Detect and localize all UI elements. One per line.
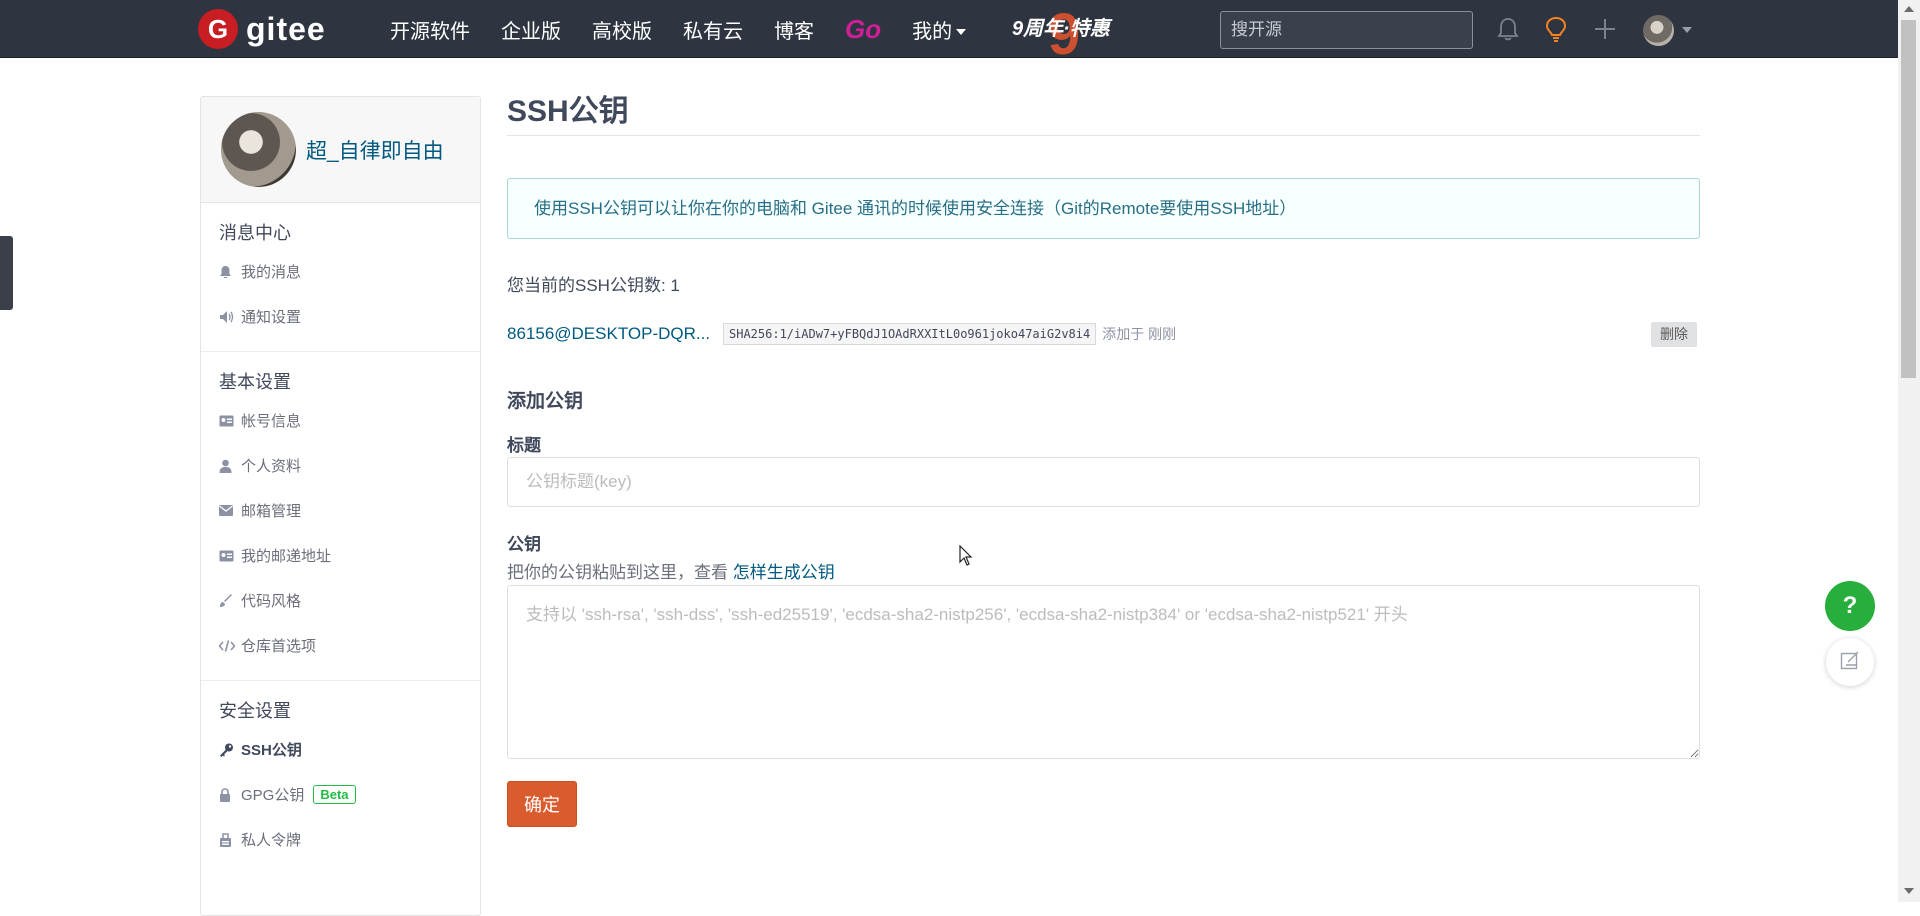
main-content: SSH公钥 使用SSH公钥可以让你在你的电脑和 Gitee 通讯的时候使用安全连… <box>507 88 1700 827</box>
ssh-key-added-time: 添加于 刚刚 <box>1102 326 1177 342</box>
how-to-generate-key-link[interactable]: 怎样生成公钥 <box>733 563 835 582</box>
sidebar-item-notification-settings[interactable]: 通知设置 <box>201 294 480 339</box>
edit-icon <box>1840 650 1860 675</box>
sidebar-item-gpg-keys[interactable]: GPG公钥 Beta <box>201 772 480 817</box>
ssh-info-message: 使用SSH公钥可以让你在你的电脑和 Gitee 通讯的时候使用安全连接（Git的… <box>507 178 1700 239</box>
gitee-logo[interactable]: G gitee <box>198 9 326 49</box>
id-card-icon <box>219 415 241 427</box>
ssh-key-fingerprint: SHA256:1/iADw7+yFBQdJ1OAdRXXItL0o961joko… <box>723 323 1097 345</box>
avatar[interactable] <box>221 112 296 187</box>
promo-label: 9周年·特惠 <box>1012 18 1110 40</box>
menu-title-messages: 消息中心 <box>219 223 291 243</box>
title-field-label: 标题 <box>507 436 541 455</box>
add-key-heading: 添加公钥 <box>507 391 584 412</box>
bell-icon[interactable] <box>1493 14 1523 44</box>
nav-link-go[interactable]: Go <box>845 14 881 45</box>
nav-link-education[interactable]: 高校版 <box>592 15 652 44</box>
code-icon <box>219 639 241 652</box>
mail-icon <box>219 505 241 516</box>
help-button[interactable]: ? <box>1825 581 1875 631</box>
profile-name[interactable]: 超_自律即自由 <box>306 135 444 165</box>
key-title-input[interactable] <box>507 457 1700 507</box>
menu-section-basic: 基本设置 帐号信息 个人资料 邮箱管理 我的邮递地址 代码风格 仓库首选项 <box>201 352 480 681</box>
key-hint: 把你的公钥粘贴到这里，查看 怎样生成公钥 <box>507 558 835 583</box>
scroll-down-icon[interactable] <box>1904 888 1914 894</box>
top-navbar: G gitee 开源软件 企业版 高校版 私有云 博客 Go 我的 9 9周年·… <box>0 0 1898 64</box>
sidebar-item-label: 通知设置 <box>241 309 302 326</box>
sidebar-item-email[interactable]: 邮箱管理 <box>201 488 480 533</box>
sidebar-item-label: GPG公钥 <box>241 787 305 804</box>
menu-section-messages: 消息中心 我的消息 通知设置 <box>201 203 480 352</box>
key-icon <box>219 743 241 757</box>
page-scrollbar[interactable] <box>1898 0 1920 902</box>
nav-link-mine[interactable]: 我的 <box>912 15 967 44</box>
menu-title-basic: 基本设置 <box>219 372 291 392</box>
sidebar-item-code-style[interactable]: 代码风格 <box>201 578 480 623</box>
mouse-cursor-icon <box>959 544 973 572</box>
address-card-icon <box>219 550 241 562</box>
public-key-textarea[interactable] <box>507 585 1700 759</box>
sidebar-item-ssh-keys[interactable]: SSH公钥 <box>201 727 480 772</box>
gitee-logo-icon: G <box>198 9 238 49</box>
profile-card: 超_自律即自由 <box>201 97 480 203</box>
plus-icon[interactable] <box>1590 14 1620 44</box>
key-count: 您当前的SSH公钥数: 1 <box>507 276 680 295</box>
chevron-down-icon <box>956 29 967 36</box>
delete-key-button[interactable]: 删除 <box>1651 322 1697 347</box>
menu-title-security: 安全设置 <box>219 701 291 721</box>
sidebar-item-label: 我的消息 <box>241 264 302 281</box>
user-icon <box>219 459 241 473</box>
scroll-up-icon[interactable] <box>1904 6 1914 12</box>
sidebar-item-label: 我的邮递地址 <box>241 548 332 565</box>
anniversary-promo[interactable]: 9 9周年·特惠 <box>1012 6 1114 64</box>
nav-mine-label: 我的 <box>912 20 953 43</box>
key-field-label: 公钥 <box>507 535 541 554</box>
token-icon <box>219 832 241 847</box>
sidebar-item-label: SSH公钥 <box>241 742 302 759</box>
nav-links: 开源软件 企业版 高校版 私有云 博客 Go 我的 <box>390 0 997 58</box>
sidebar-item-label: 邮箱管理 <box>241 503 302 520</box>
confirm-button[interactable]: 确定 <box>507 781 577 827</box>
beta-badge: Beta <box>313 785 356 804</box>
sidebar-item-label: 代码风格 <box>241 593 302 610</box>
ssh-key-row: 86156@DESKTOP-DQR... SHA256:1/iADw7+yFBQ… <box>507 318 1700 350</box>
sidebar-item-label: 仓库首选项 <box>241 638 317 655</box>
page-title: SSH公钥 <box>507 88 1700 136</box>
sidebar-item-profile[interactable]: 个人资料 <box>201 443 480 488</box>
sidebar-item-label: 帐号信息 <box>241 413 302 430</box>
sidebar-item-private-tokens[interactable]: 私人令牌 <box>201 817 480 862</box>
sidebar-item-label: 个人资料 <box>241 458 302 475</box>
search-input[interactable] <box>1220 11 1473 49</box>
settings-sidebar: 超_自律即自由 消息中心 我的消息 通知设置 基本设置 帐号信息 个人资料 邮箱… <box>200 96 481 916</box>
nav-link-open-source[interactable]: 开源软件 <box>390 15 470 44</box>
nav-link-enterprise[interactable]: 企业版 <box>501 15 561 44</box>
lightbulb-icon[interactable] <box>1541 14 1571 44</box>
sidebar-item-account-info[interactable]: 帐号信息 <box>201 398 480 443</box>
user-avatar[interactable] <box>1643 15 1674 46</box>
bell-icon <box>219 265 241 279</box>
scroll-thumb[interactable] <box>1901 20 1916 378</box>
brush-icon <box>219 593 241 608</box>
menu-section-security: 安全设置 SSH公钥 GPG公钥 Beta 私人令牌 <box>201 681 480 874</box>
gitee-logo-text: gitee <box>246 10 326 47</box>
sidebar-item-mail-address[interactable]: 我的邮递地址 <box>201 533 480 578</box>
sidebar-item-label: 私人令牌 <box>241 832 302 849</box>
nav-link-private-cloud[interactable]: 私有云 <box>683 15 743 44</box>
nav-link-blog[interactable]: 博客 <box>774 15 814 44</box>
ssh-key-title[interactable]: 86156@DESKTOP-DQR... <box>507 324 715 344</box>
avatar-chevron-down-icon[interactable] <box>1682 27 1692 33</box>
sidebar-item-repo-preferences[interactable]: 仓库首选项 <box>201 623 480 668</box>
key-hint-text: 把你的公钥粘贴到这里，查看 <box>507 563 733 582</box>
side-widget-handle[interactable] <box>0 236 13 310</box>
feedback-button[interactable] <box>1826 638 1874 686</box>
volume-icon <box>219 310 241 324</box>
lock-icon <box>219 787 241 802</box>
sidebar-item-my-messages[interactable]: 我的消息 <box>201 249 480 294</box>
